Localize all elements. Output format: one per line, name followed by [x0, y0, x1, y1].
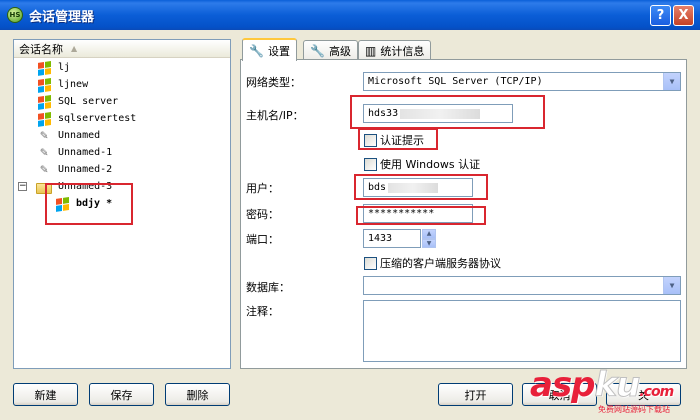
tab-settings[interactable]: 🔧 设置	[242, 38, 297, 61]
close-window-button[interactable]: X	[673, 5, 694, 26]
database-select[interactable]: ▼	[363, 276, 681, 295]
network-type-value: Microsoft SQL Server (TCP/IP)	[368, 76, 543, 87]
session-item-unnamed-2[interactable]: ✎ Unnamed-2	[36, 161, 112, 178]
checkbox-icon	[364, 157, 377, 171]
comment-label: 注释：	[246, 305, 279, 318]
open-button[interactable]: 打开	[438, 383, 513, 406]
wrench-icon: 🔧	[249, 43, 264, 58]
spin-up-icon[interactable]: ▲	[422, 229, 436, 239]
column-header-label: 会话名称	[19, 42, 63, 56]
app-icon: HS	[7, 7, 23, 23]
wrench-icon: ✎	[40, 144, 48, 160]
watermark-brand-c: .com	[639, 384, 674, 400]
session-item-sql-server[interactable]: SQL server	[36, 92, 119, 111]
host-label: 主机名/IP：	[246, 109, 304, 122]
watermark-subtitle: 免费网站源码下载站	[598, 405, 670, 414]
windows-auth-checkbox[interactable]: 使用 Windows 认证	[364, 156, 480, 172]
session-item-unnamed[interactable]: ✎ Unnamed	[36, 127, 100, 144]
session-item-label: sqlservertest	[58, 113, 137, 124]
session-item-sqlservertest[interactable]: sqlservertest	[36, 109, 137, 128]
session-item-label: Unnamed-1	[58, 147, 113, 158]
watermark-brand-a: asp	[530, 365, 596, 405]
compression-label: 压缩的客户端服务器协议	[380, 257, 501, 270]
annotation-box	[354, 174, 488, 200]
watermark-logo: aspku.com	[530, 365, 674, 406]
session-item-unnamed-1[interactable]: ✎ Unnamed-1	[36, 144, 112, 161]
session-list-header[interactable]: 会话名称 ▲	[14, 40, 230, 58]
port-value: 1433	[368, 233, 393, 244]
tab-statistics[interactable]: ▥ 统计信息	[358, 40, 432, 61]
save-button[interactable]: 保存	[89, 383, 154, 406]
bar-chart-icon: ▥	[365, 44, 377, 58]
sort-ascending-icon: ▲	[71, 44, 78, 53]
delete-button[interactable]: 删除	[165, 383, 230, 406]
windows-flag-icon	[36, 58, 52, 77]
network-type-select[interactable]: Microsoft SQL Server (TCP/IP) ▼	[363, 72, 681, 91]
annotation-box	[350, 95, 545, 129]
chevron-down-icon[interactable]: ▼	[663, 277, 680, 294]
network-type-label: 网络类型：	[246, 76, 301, 89]
windows-flag-icon	[36, 75, 52, 94]
checkbox-icon	[364, 256, 377, 270]
spin-down-icon[interactable]: ▼	[422, 238, 436, 248]
tab-label: 高级	[328, 45, 351, 58]
wrench-icon: 🔧	[310, 44, 325, 58]
watermark-brand-b: ku	[594, 365, 641, 406]
wrench-icon: ✎	[40, 127, 48, 143]
user-label: 用户：	[246, 182, 279, 195]
windows-flag-icon	[36, 92, 52, 111]
annotation-box	[358, 128, 438, 150]
session-item-label: lj	[58, 62, 71, 73]
session-item-label: Unnamed-2	[58, 164, 113, 175]
tab-label: 统计信息	[380, 45, 425, 58]
session-item-ljnew[interactable]: ljnew	[36, 75, 89, 94]
windows-flag-icon	[36, 109, 52, 128]
collapse-toggle[interactable]: −	[18, 182, 27, 191]
session-item-label: Unnamed	[58, 130, 101, 141]
session-item-label: SQL server	[58, 96, 119, 107]
comment-textarea[interactable]	[363, 300, 681, 362]
wrench-icon: ✎	[40, 161, 48, 177]
compression-checkbox[interactable]: 压缩的客户端服务器协议	[364, 255, 501, 271]
password-label: 密码：	[246, 208, 279, 221]
windows-auth-label: 使用 Windows 认证	[380, 158, 481, 171]
database-label: 数据库：	[246, 281, 290, 294]
annotation-box	[45, 183, 133, 225]
port-label: 端口：	[246, 233, 279, 246]
title-bar: HS 会话管理器 ? X	[0, 0, 700, 30]
help-button[interactable]: ?	[650, 5, 671, 26]
port-spinner[interactable]: ▲ ▼	[422, 229, 436, 248]
tab-advanced[interactable]: 🔧 高级	[303, 40, 358, 61]
new-button[interactable]: 新建	[13, 383, 78, 406]
session-item-lj[interactable]: lj	[36, 58, 71, 77]
annotation-box	[356, 206, 486, 225]
window-title: 会话管理器	[29, 9, 95, 25]
session-item-label: ljnew	[58, 79, 89, 90]
port-input[interactable]: 1433	[363, 229, 421, 248]
tab-label: 设置	[267, 44, 290, 58]
chevron-down-icon[interactable]: ▼	[663, 73, 680, 90]
